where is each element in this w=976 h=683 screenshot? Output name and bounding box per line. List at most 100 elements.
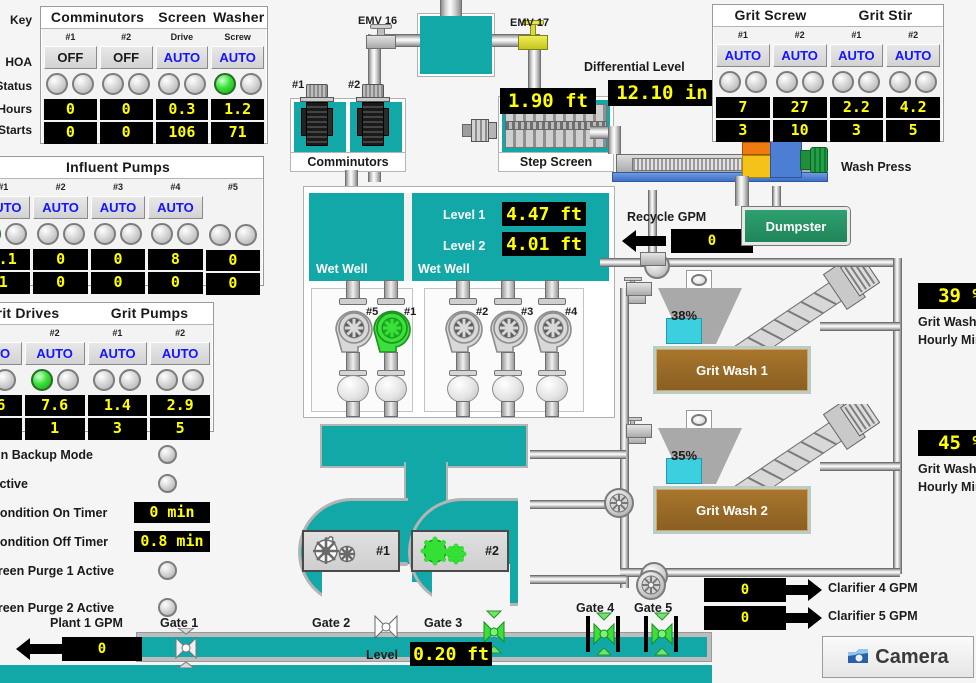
impeller-icon [609,493,629,513]
starts-readout: 1 [24,418,85,440]
equipment-sub-label: #2 [175,328,186,338]
equipment-column: #1 AUTO 2.2 3 [829,29,884,142]
status-lamps [886,69,940,95]
grit-valve-1[interactable] [626,282,652,296]
status-row: Step Screen Purge 2 Active [0,593,210,622]
gate4-valve-icon[interactable] [591,612,617,656]
grit-valve-2[interactable] [626,424,652,438]
equipment-column: Drive AUTO 0.3 106 [155,31,209,144]
wash-press-unit[interactable] [742,138,838,182]
equipment-sub-label: #1 [112,328,123,338]
plant1-gpm-readout: 0 [62,637,142,661]
hoa-button[interactable]: AUTO [0,196,31,219]
status-lamp-2 [0,369,16,391]
hoa-button[interactable]: AUTO [24,342,85,365]
status-lamp-1 [94,223,117,245]
status-list: Screen in Backup Mode Alarm Active Alarm… [0,440,210,622]
gate5-valve-icon[interactable] [649,612,675,656]
status-lamp-1 [156,369,179,391]
panel-title-group: Screen [158,9,207,25]
equipment-column: #2 AUTO 27 10 [772,29,827,142]
grit-feed-pipe-3 [530,575,626,584]
hoa-button[interactable]: OFF [99,46,153,69]
status-lamp-2 [177,223,200,245]
hoa-button[interactable]: AUTO [90,196,146,219]
grit-feed-pipe-1 [530,450,626,459]
hoa-button[interactable]: AUTO [829,44,884,67]
pump-1[interactable]: #1 [366,280,422,417]
status-lamp-2 [119,369,142,391]
starts-readout: 0 [33,272,88,294]
status-lamp-1 [775,71,798,93]
grit-wash-2-body[interactable]: Grit Wash 2 [653,486,811,534]
status-indicator-lamp [158,474,177,493]
hoa-button[interactable]: AUTO [211,46,264,69]
camera-button[interactable]: Camera [822,636,974,678]
equipment-sub-label: #2 [55,182,66,192]
pump-4[interactable]: #4 [527,280,583,417]
runtime-hours-readout: 8.6 [0,395,22,417]
grit-pump-a[interactable] [604,488,634,518]
comminutor-2-machine[interactable] [356,84,390,152]
equipment-sub-label: #3 [113,182,124,192]
grit-wash-1-body[interactable]: Grit Wash 1 [653,346,811,394]
grit-valve-inline[interactable] [640,252,666,266]
grit-wash-2-hourly-label-line1: Grit Wash 2 [918,462,976,476]
status-lamps [150,367,210,393]
hoa-button[interactable]: AUTO [150,342,210,365]
status-lamps [148,221,202,247]
emv17-valve[interactable] [518,20,548,56]
status-lamp-2 [128,73,151,95]
hoa-button[interactable]: AUTO [716,44,770,67]
hoa-button[interactable]: AUTO [0,342,22,365]
equipment-sub-label: #1 [0,182,9,192]
status-lamps [156,71,209,97]
starts-readout: 106 [155,122,209,144]
starts-readout: 0 [90,272,146,294]
grit-basin-1-drive[interactable]: #1 [302,530,400,572]
hoa-button[interactable]: AUTO [886,44,940,67]
hoa-button[interactable]: AUTO [33,196,88,219]
gate2-valve-icon[interactable] [372,612,400,642]
runtime-hours-readout: 8.1 [0,249,31,271]
hoa-button[interactable]: OFF [44,46,97,69]
equipment-sub-label: #1 [0,327,22,340]
wet-well-divider [404,193,412,281]
grit-wash-1-hourly-label-line1: Grit Wash 1 [918,315,976,329]
effluent-pump[interactable] [636,570,666,600]
recycle-gpm-readout: 0 [671,229,753,253]
gate1-valve-icon[interactable] [172,628,200,668]
status-lamp-1 [208,224,231,246]
distribution-box [418,14,494,76]
step-screen-outlet-v [608,126,621,154]
equipment-sub-label: #5 [227,182,238,192]
panel-title-group: Grit Pumps [110,305,189,321]
equipment-sub-label: #2 [121,32,132,42]
equipment-column: #1 AUTO 1.4 3 [87,327,148,440]
camera-icon [848,649,869,663]
hoa-button[interactable]: AUTO [148,196,203,219]
hoa-button[interactable]: AUTO [87,342,148,365]
runtime-hours-readout: 0 [33,249,88,271]
step-screen-level-readout: 1.90 ft [500,88,596,114]
hoa-button[interactable]: AUTO [772,44,827,67]
clarifier4-label: Clarifier 4 GPM [828,581,918,595]
grit-basin-2-drive[interactable]: #2 [411,530,509,572]
panel-title-group: Washer [213,9,265,25]
comminutor-1-machine[interactable] [300,84,334,152]
step-screen-drive-motor[interactable] [462,118,498,144]
runtime-hours-readout: 1.4 [87,395,148,417]
equipment-column: Screw AUTO 1.2 71 [211,31,264,144]
runtime-hours-readout: 2.9 [150,395,210,417]
wash-press-label: Wash Press [841,160,912,174]
grit-pipe-left-riser [620,288,629,588]
grit-wash-1-hourly-readout: 39 % [918,283,976,309]
hoa-button[interactable]: AUTO [155,46,209,69]
status-lamp-2 [915,71,938,93]
grit-pipe-right [893,258,902,574]
status-lamp-1 [213,73,236,95]
emv16-label: EMV 16 [358,15,398,27]
dumpster[interactable]: Dumpster [742,207,850,245]
emv16-valve[interactable] [366,24,396,53]
grit-basin-1-tag: #1 [376,544,390,558]
